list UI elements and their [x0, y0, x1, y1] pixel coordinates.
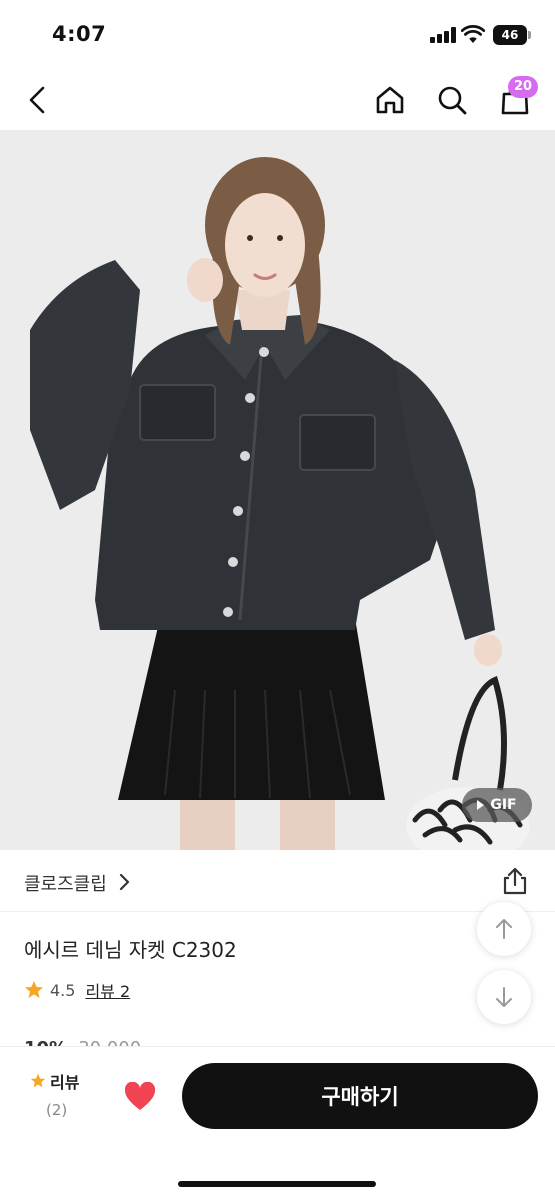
rating-row: 4.5 리뷰 2	[24, 978, 130, 1002]
play-icon	[477, 800, 485, 810]
gif-badge[interactable]: GIF	[462, 788, 532, 822]
review-summary-label: 리뷰	[50, 1073, 80, 1092]
review-link[interactable]: 리뷰 2	[85, 978, 130, 1002]
star-icon	[25, 981, 43, 998]
arrow-up-icon	[496, 919, 512, 939]
back-button[interactable]	[16, 78, 60, 122]
battery-icon: 46	[493, 25, 531, 45]
share-icon[interactable]	[500, 866, 530, 896]
review-summary[interactable]: 리뷰 (2)	[30, 1069, 100, 1119]
wifi-icon	[461, 25, 485, 43]
product-image[interactable]	[0, 130, 555, 850]
review-summary-count: (2)	[46, 1101, 68, 1119]
status-bar: 4:07 46	[0, 0, 555, 70]
gif-label: GIF	[490, 797, 517, 813]
rating-value: 4.5	[50, 980, 76, 1000]
heart-icon	[124, 1082, 156, 1110]
chevron-right-icon	[119, 873, 130, 891]
scroll-down-button[interactable]	[477, 970, 531, 1024]
brand-row: 클로즈클립	[0, 850, 555, 912]
star-icon	[30, 1073, 46, 1088]
buy-button[interactable]: 구매하기	[182, 1063, 538, 1129]
chevron-left-icon	[29, 86, 45, 114]
cellular-signal-icon	[430, 27, 456, 43]
scroll-up-button[interactable]	[477, 902, 531, 956]
product-title: 에시르 데님 자켓 C2302	[24, 938, 237, 962]
search-button[interactable]	[430, 78, 474, 122]
bottom-action-bar: 리뷰 (2) 구매하기	[0, 1046, 555, 1200]
home-indicator	[178, 1181, 376, 1187]
product-photo	[0, 130, 555, 850]
top-navigation	[0, 70, 555, 130]
home-button[interactable]	[368, 78, 412, 122]
cart-count-badge: 20	[508, 76, 538, 98]
brand-name-link[interactable]: 클로즈클립	[24, 870, 107, 896]
status-time: 4:07	[52, 22, 107, 46]
search-icon	[438, 86, 467, 115]
wishlist-button[interactable]	[120, 1077, 160, 1117]
battery-level: 46	[493, 25, 527, 45]
home-icon	[376, 86, 404, 114]
arrow-down-icon	[496, 987, 512, 1007]
